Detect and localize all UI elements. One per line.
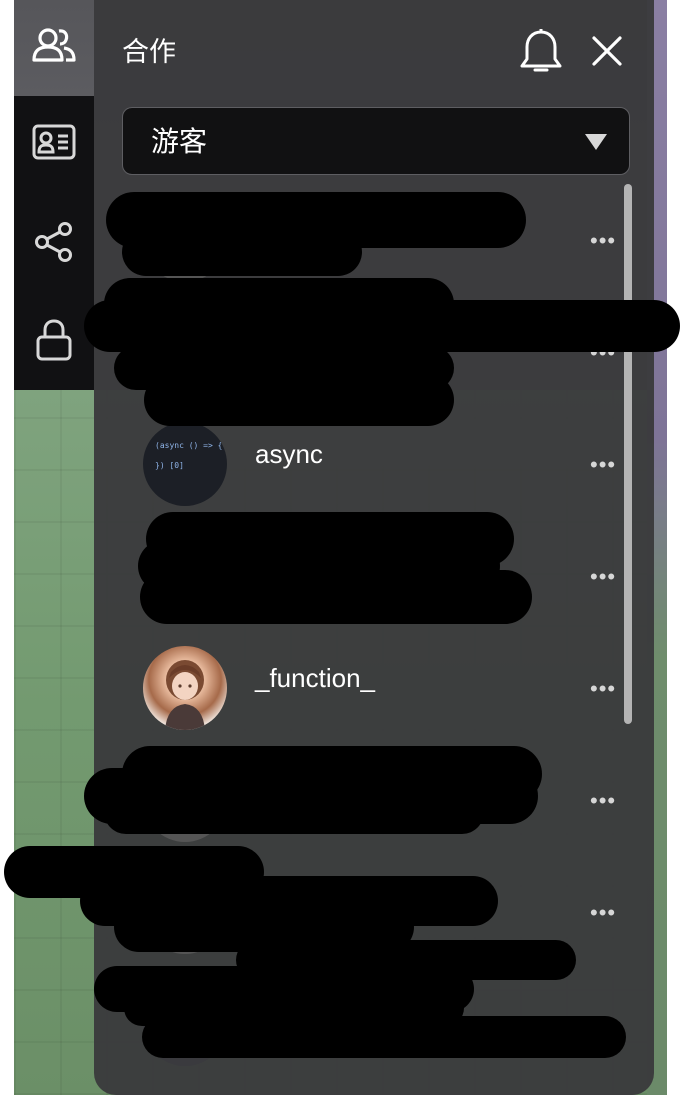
avatar: [143, 646, 227, 730]
users-icon: [14, 14, 94, 78]
role-select-value: 游客: [151, 126, 208, 157]
close-icon: [592, 36, 622, 66]
share-icon: [35, 222, 72, 262]
member-name: async: [255, 439, 323, 469]
notifications-button[interactable]: [518, 28, 564, 76]
redaction-mark: [122, 228, 362, 276]
chevron-down-icon: [585, 134, 607, 150]
scrollbar[interactable]: [624, 184, 632, 724]
more-options-button[interactable]: •••: [590, 454, 616, 476]
rail-share-button[interactable]: [14, 210, 94, 274]
role-select[interactable]: 游客: [122, 107, 630, 175]
avatar: (async () => { }) [0]: [143, 422, 227, 506]
bell-icon: [520, 29, 562, 72]
more-options-button[interactable]: •••: [590, 790, 616, 812]
rail-users-button[interactable]: [14, 0, 94, 96]
redaction-mark: [104, 790, 484, 834]
panel-title: 合作: [122, 37, 176, 67]
more-options-button[interactable]: •••: [590, 678, 616, 700]
rail-profile-button[interactable]: [14, 110, 94, 174]
redaction-mark: [84, 300, 680, 352]
more-options-button[interactable]: •••: [590, 566, 616, 588]
left-icon-rail: [14, 96, 94, 390]
member-name: _function_: [255, 663, 375, 693]
avatar-code-text: (async () => { }) [0]: [155, 441, 223, 470]
anime-portrait-image: [165, 660, 205, 730]
redaction-mark: [140, 570, 532, 624]
redaction-mark: [142, 1016, 626, 1058]
rail-lock-button[interactable]: [14, 308, 94, 372]
close-button[interactable]: [588, 32, 626, 70]
more-options-button[interactable]: •••: [590, 230, 616, 252]
lock-icon: [36, 319, 72, 361]
more-options-button[interactable]: •••: [590, 902, 616, 924]
redaction-mark: [144, 374, 454, 426]
member-row[interactable]: _function_ •••: [94, 632, 654, 744]
id-card-icon: [32, 124, 76, 160]
